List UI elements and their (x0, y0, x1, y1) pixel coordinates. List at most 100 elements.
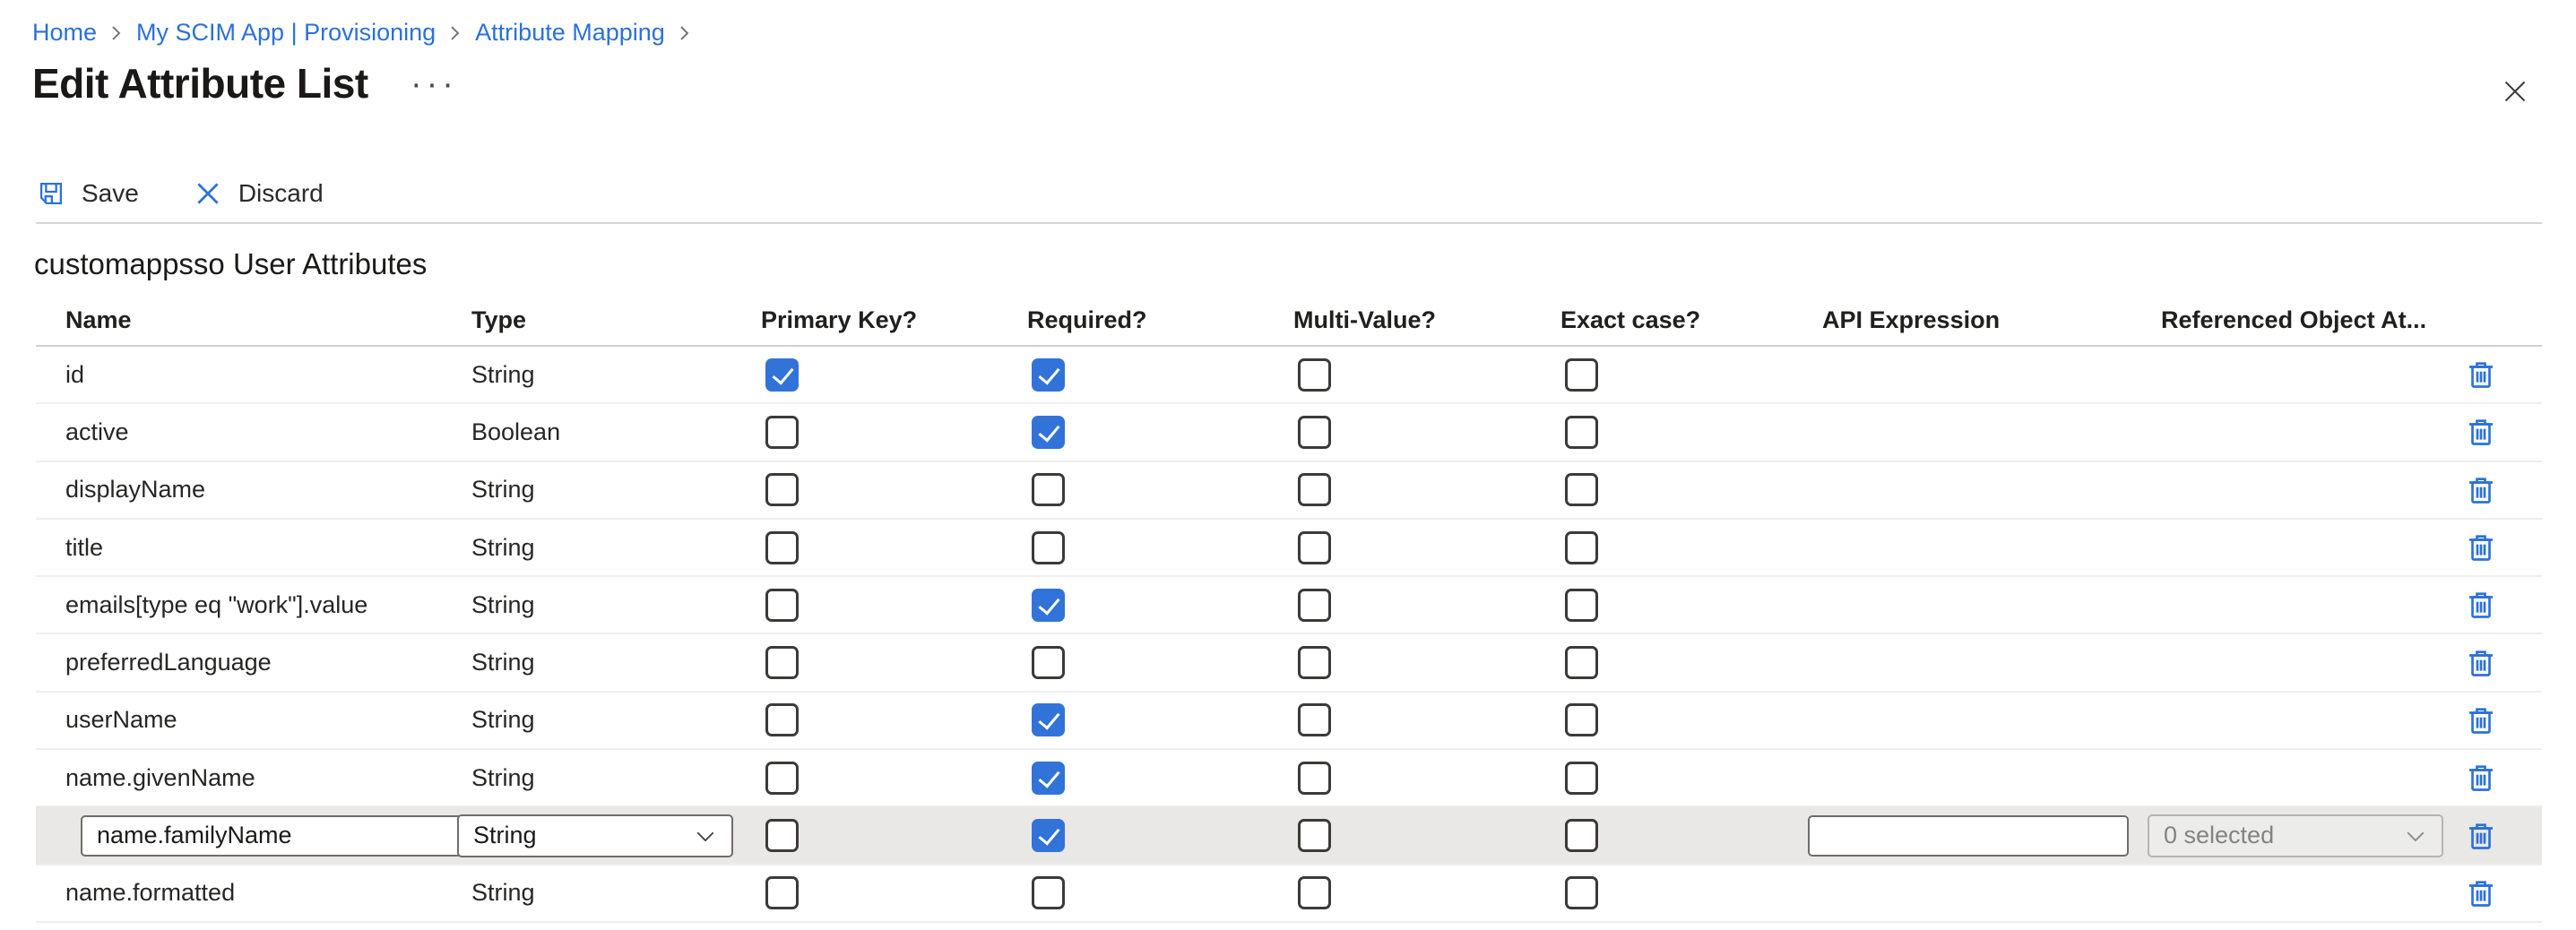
table-row: active Boolean (36, 404, 2542, 461)
table-row: name.familyName String String (36, 807, 2542, 865)
required-checkbox[interactable] (1032, 646, 1065, 679)
exact-case-checkbox[interactable] (1565, 358, 1598, 392)
trash-icon (2463, 357, 2499, 392)
multi-value-checkbox[interactable] (1298, 358, 1331, 392)
primary-key-checkbox[interactable] (765, 589, 799, 622)
exact-case-checkbox[interactable] (1565, 589, 1598, 622)
actions-cell (2456, 702, 2542, 738)
attribute-type-text: String (471, 879, 535, 906)
close-blade-button[interactable] (2492, 68, 2538, 115)
primary-key-checkbox[interactable] (765, 416, 799, 449)
delete-attribute-button[interactable] (2463, 760, 2499, 796)
delete-attribute-button[interactable] (2463, 587, 2499, 623)
multi-value-checkbox[interactable] (1298, 589, 1331, 622)
required-checkbox[interactable] (1032, 589, 1065, 622)
primary-key-checkbox[interactable] (765, 646, 799, 679)
exact-case-checkbox[interactable] (1565, 819, 1598, 852)
primary-key-cell (761, 819, 1027, 852)
edit-attribute-list-blade: Home My SCIM App | Provisioning Attribut… (0, 0, 2576, 930)
save-button[interactable]: Save (36, 178, 139, 209)
primary-key-checkbox[interactable] (765, 531, 799, 564)
multi-value-checkbox[interactable] (1298, 876, 1331, 909)
primary-key-checkbox[interactable] (765, 473, 799, 506)
referenced-object-cell: 0 selected (2161, 814, 2456, 857)
primary-key-checkbox[interactable] (765, 358, 799, 392)
breadcrumb-link-attribute-mapping[interactable]: Attribute Mapping (475, 19, 665, 47)
multi-value-cell (1293, 589, 1560, 622)
exact-case-cell (1560, 876, 1822, 909)
exact-case-checkbox[interactable] (1565, 646, 1598, 679)
required-checkbox[interactable] (1032, 473, 1065, 506)
required-checkbox[interactable] (1032, 703, 1065, 736)
multi-value-checkbox[interactable] (1298, 762, 1331, 795)
multi-value-checkbox[interactable] (1298, 473, 1331, 506)
required-checkbox[interactable] (1032, 762, 1065, 795)
attribute-type-text: String (471, 476, 535, 503)
attribute-name-text: name.givenName (65, 764, 255, 791)
delete-attribute-button[interactable] (2463, 414, 2499, 450)
required-checkbox[interactable] (1032, 876, 1065, 909)
trash-icon (2463, 818, 2499, 854)
primary-key-checkbox[interactable] (765, 762, 799, 795)
api-expression-input[interactable] (1808, 815, 2129, 857)
attribute-type-select[interactable]: String (457, 814, 733, 857)
primary-key-cell (761, 589, 1027, 622)
delete-attribute-button[interactable] (2463, 357, 2499, 392)
primary-key-checkbox[interactable] (765, 703, 799, 736)
exact-case-checkbox[interactable] (1565, 876, 1598, 909)
breadcrumb-link-home[interactable]: Home (32, 19, 97, 47)
required-cell (1027, 358, 1293, 392)
delete-attribute-button[interactable] (2463, 875, 2499, 911)
multi-value-cell (1293, 473, 1560, 506)
trash-icon (2463, 414, 2499, 450)
attribute-type-cell: String (471, 476, 761, 504)
primary-key-checkbox[interactable] (765, 876, 799, 909)
attribute-name-cell: name.formatted (36, 879, 471, 907)
required-checkbox[interactable] (1032, 416, 1065, 449)
api-expression-cell (1822, 815, 2161, 857)
attribute-name-text: id (65, 361, 84, 388)
multi-value-checkbox[interactable] (1298, 531, 1331, 564)
exact-case-checkbox[interactable] (1565, 473, 1598, 506)
exact-case-checkbox[interactable] (1565, 416, 1598, 449)
attribute-name-text: emails[type eq "work"].value (65, 591, 367, 618)
exact-case-cell (1560, 589, 1822, 622)
required-checkbox[interactable] (1032, 358, 1065, 392)
primary-key-cell (761, 473, 1027, 506)
exact-case-cell (1560, 646, 1822, 679)
exact-case-checkbox[interactable] (1565, 531, 1598, 564)
delete-attribute-button[interactable] (2463, 530, 2499, 565)
attribute-name-cell: title (36, 534, 471, 562)
actions-cell (2456, 760, 2542, 796)
table-row: displayName String (36, 462, 2542, 520)
close-icon (2499, 75, 2531, 108)
save-label: Save (82, 179, 139, 208)
required-checkbox[interactable] (1032, 531, 1065, 564)
multi-value-checkbox[interactable] (1298, 646, 1331, 679)
exact-case-checkbox[interactable] (1565, 762, 1598, 795)
delete-attribute-button[interactable] (2463, 472, 2499, 508)
delete-attribute-button[interactable] (2463, 818, 2499, 854)
multi-value-checkbox[interactable] (1298, 819, 1331, 852)
referenced-object-select[interactable]: 0 selected (2148, 814, 2443, 857)
multi-value-cell (1293, 762, 1560, 795)
multi-value-cell (1293, 646, 1560, 679)
table-header-row: Name Type Primary Key? Required? Multi-V… (36, 296, 2542, 347)
breadcrumb-link-provisioning[interactable]: My SCIM App | Provisioning (136, 19, 436, 47)
discard-button[interactable]: Discard (193, 178, 324, 209)
attribute-name-input[interactable] (81, 815, 470, 857)
attribute-name-text: preferredLanguage (65, 649, 272, 676)
exact-case-cell (1560, 531, 1822, 564)
attribute-type-cell: String (471, 361, 761, 389)
exact-case-checkbox[interactable] (1565, 703, 1598, 736)
required-cell (1027, 646, 1293, 679)
column-header-type: Type (471, 306, 761, 334)
actions-cell (2456, 414, 2542, 450)
required-checkbox[interactable] (1032, 819, 1065, 852)
multi-value-checkbox[interactable] (1298, 703, 1331, 736)
more-options-icon[interactable]: ··· (411, 66, 458, 102)
delete-attribute-button[interactable] (2463, 702, 2499, 738)
delete-attribute-button[interactable] (2463, 645, 2499, 681)
primary-key-checkbox[interactable] (765, 819, 799, 852)
multi-value-checkbox[interactable] (1298, 416, 1331, 449)
